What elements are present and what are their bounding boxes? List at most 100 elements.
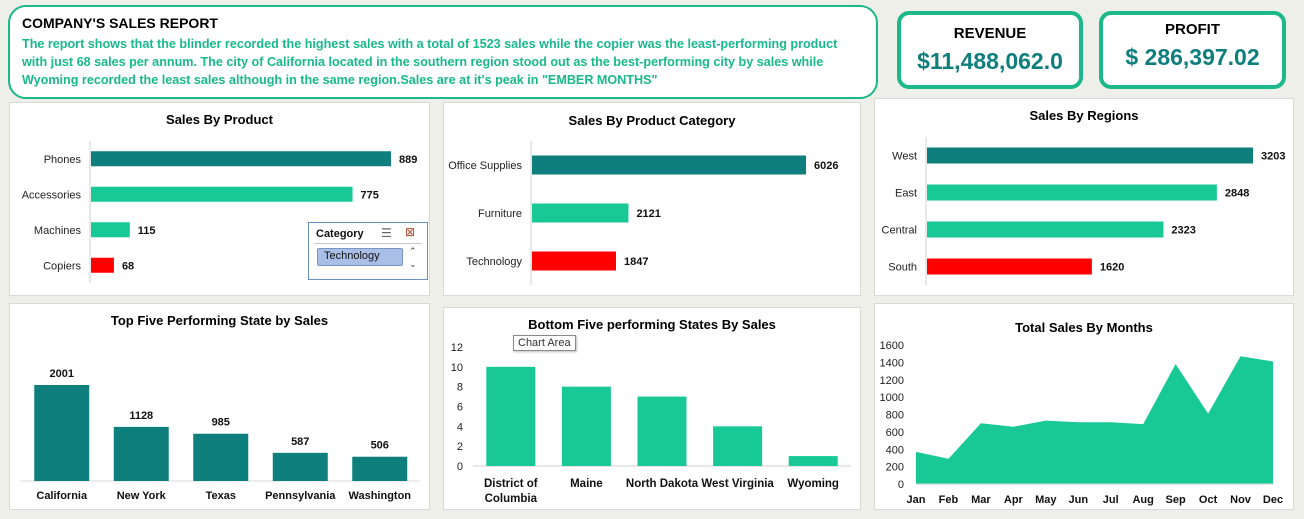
- y-tick-label: 400: [886, 444, 904, 456]
- multi-select-icon[interactable]: ☰: [381, 226, 392, 240]
- y-tick-label: 600: [886, 427, 904, 439]
- y-tick-label: 1400: [880, 357, 904, 369]
- area-series: [916, 356, 1273, 484]
- bar: [352, 456, 408, 481]
- bar: [532, 155, 806, 175]
- category-label: West Virginia: [701, 478, 774, 490]
- bar: [91, 257, 114, 273]
- chart-top5-panel[interactable]: Top Five Performing State by Sales 2001 C…: [9, 303, 430, 510]
- chart-regions-panel[interactable]: Sales By Regions West 3203 East 2848 Central…: [874, 98, 1294, 296]
- bar: [637, 396, 687, 466]
- bar: [91, 186, 353, 202]
- bar: [927, 221, 1164, 238]
- profit-label: PROFIT: [1165, 21, 1220, 38]
- bar: [486, 366, 536, 466]
- category-label: Accessories: [22, 189, 82, 201]
- category-label: Wyoming: [787, 478, 839, 490]
- x-tick-label: Sep: [1166, 494, 1186, 506]
- slicer-title: Category: [316, 228, 364, 240]
- data-label: 115: [138, 225, 156, 237]
- data-label: 587: [291, 436, 309, 448]
- x-tick-label: Mar: [971, 494, 991, 506]
- y-tick-label: 800: [886, 410, 904, 422]
- y-tick-label: 0: [898, 479, 904, 491]
- data-label: 6026: [814, 160, 838, 172]
- data-label: 1620: [1100, 262, 1124, 274]
- category-label: North Dakota: [626, 478, 699, 490]
- report-title: COMPANY'S SALES REPORT: [22, 15, 218, 31]
- y-tick-label: 4: [457, 421, 463, 433]
- category-label: Maine: [570, 478, 603, 490]
- profit-value: $ 286,397.02: [1125, 44, 1260, 70]
- category-label: Office Supplies: [448, 160, 522, 172]
- data-label: 1847: [624, 256, 648, 268]
- revenue-card: REVENUE $11,488,062.0: [897, 11, 1083, 89]
- x-tick-label: May: [1035, 494, 1057, 506]
- y-tick-label: 1600: [880, 340, 904, 352]
- category-label: Technology: [466, 256, 522, 268]
- data-label: 889: [399, 154, 417, 166]
- chart-category-panel[interactable]: Sales By Product Category Office Supplie…: [443, 102, 861, 296]
- revenue-label: REVENUE: [953, 25, 1027, 42]
- category-label: Pennsylvania: [265, 490, 336, 502]
- revenue-value: $11,488,062.0: [917, 48, 1063, 74]
- category-label: Furniture: [478, 208, 522, 220]
- x-tick-label: Jan: [907, 494, 926, 506]
- sales-by-regions-chart: West 3203 East 2848 Central 2323 South 1620: [882, 137, 1285, 285]
- category-label: West: [892, 151, 917, 163]
- bar: [532, 203, 629, 223]
- data-label: 775: [361, 189, 379, 201]
- y-tick-label: 8: [457, 382, 463, 394]
- category-slicer[interactable]: Category ☰ ⊠ Technology ⌃ ⌄: [308, 222, 428, 280]
- bar: [193, 433, 249, 481]
- data-label: 2001: [50, 368, 74, 380]
- bar: [561, 386, 611, 466]
- x-tick-label: Nov: [1230, 494, 1252, 506]
- profit-card: PROFIT $ 286,397.02: [1099, 11, 1286, 89]
- data-label: 2323: [1171, 225, 1195, 237]
- scroll-down-icon[interactable]: ⌄: [409, 259, 417, 270]
- x-tick-label: Jul: [1103, 494, 1119, 506]
- data-label: 2121: [636, 208, 660, 220]
- x-tick-label: Dec: [1263, 494, 1283, 506]
- category-label: Central: [882, 225, 917, 237]
- category-label: Washington: [348, 490, 411, 502]
- top-five-states-chart: 2001 California 1128 New York 985 Texas 587 Pen…: [20, 368, 420, 502]
- bar: [927, 184, 1217, 201]
- clear-filter-icon[interactable]: ⊠: [405, 225, 415, 239]
- bar: [927, 258, 1092, 275]
- data-label: 506: [371, 440, 389, 452]
- y-tick-label: 1000: [880, 392, 904, 404]
- bar: [34, 385, 90, 481]
- bar: [713, 426, 763, 466]
- chart-bottom5-panel[interactable]: Bottom Five performing States By Sales 0…: [443, 307, 861, 510]
- report-summary-box: COMPANY'S SALES REPORT The report shows …: [8, 5, 878, 99]
- sales-by-category-chart: Office Supplies 6026 Furniture 2121 Technolo…: [448, 141, 838, 285]
- category-label: South: [888, 262, 917, 274]
- data-label: 985: [212, 417, 230, 429]
- x-tick-label: Apr: [1004, 494, 1024, 506]
- y-tick-label: 0: [457, 461, 463, 473]
- y-tick-label: 200: [886, 462, 904, 474]
- chart-months-panel[interactable]: Total Sales By Months 0 200 400 600 800 1000 1…: [874, 303, 1294, 510]
- bar: [91, 151, 391, 167]
- category-label: District of: [484, 478, 538, 490]
- category-label: Columbia: [485, 493, 538, 505]
- x-tick-label: Aug: [1132, 494, 1153, 506]
- y-tick-label: 1200: [880, 375, 904, 387]
- y-tick-label: 2: [457, 441, 463, 453]
- sales-by-months-chart: 0 200 400 600 800 1000 1200 1400 1600 Jan Feb Mar Ap…: [880, 340, 1284, 506]
- category-label: Phones: [44, 154, 82, 166]
- category-label: New York: [117, 490, 167, 502]
- category-label: Copiers: [43, 260, 81, 272]
- y-tick-label: 12: [451, 342, 463, 354]
- slicer-item-selected[interactable]: Technology: [317, 248, 403, 266]
- scroll-up-icon[interactable]: ⌃: [409, 246, 417, 257]
- bar: [113, 426, 169, 481]
- bar: [272, 452, 328, 481]
- x-tick-label: Oct: [1199, 494, 1218, 506]
- report-text: The report shows that the blinder record…: [22, 37, 838, 87]
- bar: [91, 222, 130, 238]
- category-label: California: [36, 490, 88, 502]
- y-tick-label: 6: [457, 402, 463, 414]
